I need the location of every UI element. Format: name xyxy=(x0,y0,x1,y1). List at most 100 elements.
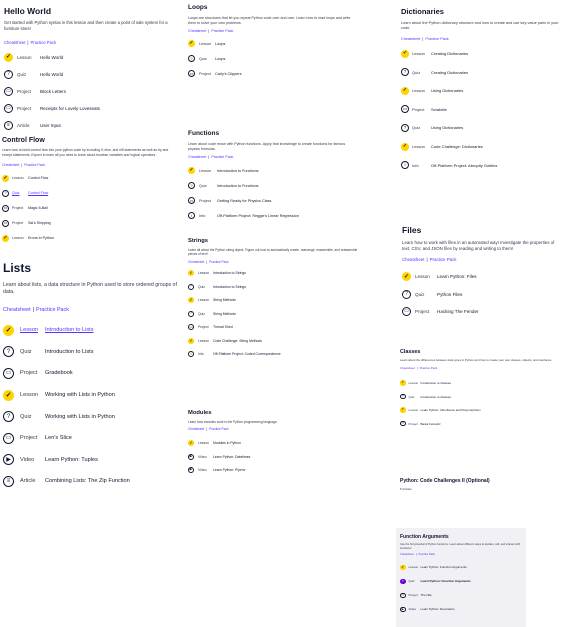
list-item[interactable]: ✓ Lesson Code Challenge: Dictionaries xyxy=(401,137,561,156)
list-item[interactable]: ✓ Lesson Code Challenge: String Methods xyxy=(188,334,358,348)
list-item[interactable]: ≡ Article Combining Lists: The Zip Functio… xyxy=(3,471,178,493)
list-item[interactable]: i Info Off-Platform Project: Abruptly Gobl… xyxy=(401,156,561,175)
practice-pack-link[interactable]: Practice Pack xyxy=(425,37,448,41)
list-item[interactable]: ✓ Lesson Introduction to Strings xyxy=(188,267,358,281)
cheatsheet-link[interactable]: Cheatsheet xyxy=(2,163,19,167)
cheatsheet-link[interactable]: Cheatsheet xyxy=(402,257,424,262)
project-icon: ▭ xyxy=(188,324,194,331)
cheatsheet-link[interactable]: Cheatsheet xyxy=(401,37,420,41)
list-item[interactable]: i Info Off-Platform Project: Coded Corresp… xyxy=(188,348,358,362)
list-item[interactable]: ▭ Project Block Letters xyxy=(4,83,174,100)
project-icon: ▭ xyxy=(401,105,409,114)
practice-pack-link[interactable]: Practice Pack xyxy=(209,427,229,431)
list-item[interactable]: ▭ Project The Nile xyxy=(400,588,526,602)
list-item[interactable]: ? Quiz Introduction to Classes xyxy=(400,390,560,404)
section-title: Dictionaries xyxy=(401,7,444,16)
list-item[interactable]: ✓ Lesson Control Flow xyxy=(2,171,178,186)
resource-links: Cheatsheet | Practice Pack xyxy=(401,37,449,42)
cheatsheet-link[interactable]: Cheatsheet xyxy=(188,155,206,159)
practice-pack-link[interactable]: Practice Pack xyxy=(24,163,45,167)
list-item[interactable]: ? Quiz Introduction to Functions xyxy=(188,178,358,193)
list-item[interactable]: ? Quiz Introduction to Strings xyxy=(188,280,358,294)
list-item[interactable]: ▭ Project Magic 8-Ball xyxy=(2,201,178,216)
list-item[interactable]: ✓ Lesson Learn Python: Files xyxy=(402,268,562,286)
list-item[interactable]: ? Quiz Creating Dictionaries xyxy=(401,63,561,82)
quiz-icon: ? xyxy=(401,68,409,77)
quiz-icon: ? xyxy=(3,411,14,423)
cheatsheet-link[interactable]: Cheatsheet xyxy=(188,29,206,33)
list-item[interactable]: ? Quiz Using Dictionaries xyxy=(401,119,561,138)
list-item[interactable]: ? Quiz Working with Lists in Python xyxy=(3,406,178,428)
list-item[interactable]: ▭ Project Getting Ready for Physics Class xyxy=(188,193,358,208)
check-icon: ✓ xyxy=(188,337,194,344)
cheatsheet-link[interactable]: Cheatsheet xyxy=(4,40,25,45)
list-item[interactable]: ✓ Lesson Learn Python: Inheritance and Pol… xyxy=(400,403,560,417)
list-item[interactable]: ▭ Project Scrabble xyxy=(401,100,561,119)
section-description: 5 Articles xyxy=(400,487,412,491)
list-item[interactable]: ✓ Lesson Errors in Python xyxy=(2,231,178,246)
list-item[interactable]: ▭ Project Receipts for Lovely Loveseats xyxy=(4,100,174,117)
list-item[interactable]: ▶ Video Learn Python: Tuples xyxy=(3,449,178,471)
list-item[interactable]: ✓ Lesson Working with Lists in Python xyxy=(3,384,178,406)
practice-pack-link[interactable]: Practice Pack xyxy=(418,553,434,556)
section-title: Hello World xyxy=(4,6,52,16)
section-title: Python: Code Challenges II (Optional) xyxy=(400,478,490,484)
list-item[interactable]: ▶ Video Learn Python: Pipenv xyxy=(188,463,358,477)
section-description: Learn how to build control flow into you… xyxy=(2,148,169,157)
practice-pack-link[interactable]: Practice Pack xyxy=(31,40,57,45)
list-item[interactable]: ? Quiz Python Files xyxy=(402,286,562,304)
check-icon: ✓ xyxy=(2,234,9,242)
practice-pack-link[interactable]: Practice Pack xyxy=(36,307,69,313)
list-item[interactable]: ? Quiz Learn Python: Function Arguments xyxy=(400,574,526,588)
resource-links: Cheatsheet | Practice Pack xyxy=(3,307,69,314)
practice-pack-link[interactable]: Practice Pack xyxy=(420,366,438,370)
list-item[interactable]: ✓ Lesson Learn Python: Function Arguments xyxy=(400,560,526,574)
list-item[interactable]: ▶ Video Learn Python: Decorators xyxy=(400,602,526,616)
list-item[interactable]: ✓ Lesson Introduction to Lists xyxy=(3,319,178,341)
list-item[interactable]: ▭ Project Sal's Shipping xyxy=(2,216,178,231)
quiz-icon: ? xyxy=(402,289,411,299)
cheatsheet-link[interactable]: Cheatsheet xyxy=(188,427,204,431)
list-item[interactable]: ✓ Lesson Loops xyxy=(188,36,358,51)
list-item[interactable]: ✓ Lesson Hello World xyxy=(4,49,174,66)
resource-links: Cheatsheet | Practice Pack xyxy=(188,427,229,432)
cheatsheet-link[interactable]: Cheatsheet xyxy=(400,553,414,556)
list-item[interactable]: ✓ Lesson Modules in Python xyxy=(188,436,358,450)
code-challenges-section[interactable]: Python: Code Challenges II (Optional) 5 … xyxy=(400,478,560,492)
quiz-icon: ? xyxy=(401,123,409,132)
list-item[interactable]: ? Quiz Loops xyxy=(188,51,358,66)
list-item[interactable]: ▭ Project Basta Fazoolin' xyxy=(400,417,560,431)
list-item[interactable]: i Info Off-Platform Project: Reggie's Line… xyxy=(188,208,358,223)
section-description: Learn about code reuse with Python funct… xyxy=(188,141,346,151)
list-item[interactable]: ▶ Video Learn Python: Datetimes xyxy=(188,450,358,464)
list-item[interactable]: ▭ Project Hacking The Fender xyxy=(402,303,562,321)
list-item[interactable]: ▭ Project Len's Slice xyxy=(3,427,178,449)
section-title: Classes xyxy=(400,349,421,355)
practice-pack-link[interactable]: Practice Pack xyxy=(211,155,233,159)
list-item[interactable]: ? Quiz Hello World xyxy=(4,66,174,83)
list-item[interactable]: ? Quiz String Methods xyxy=(188,307,358,321)
cheatsheet-link[interactable]: Cheatsheet xyxy=(188,260,204,264)
project-icon: ▭ xyxy=(188,70,195,78)
list-item[interactable]: ✓ Lesson Using Dictionaries xyxy=(401,81,561,100)
project-icon: ▭ xyxy=(400,420,406,427)
check-icon: ✓ xyxy=(401,49,409,58)
cheatsheet-link[interactable]: Cheatsheet xyxy=(3,307,31,313)
list-item[interactable]: ? Quiz Control Flow xyxy=(2,186,178,201)
list-item[interactable]: ▭ Project Gradebook xyxy=(3,363,178,385)
list-item[interactable]: ▭ Project Carly's Clippers xyxy=(188,66,358,81)
project-icon: ▭ xyxy=(3,432,14,444)
video-icon: ▶ xyxy=(188,453,194,460)
check-icon: ✓ xyxy=(401,142,409,151)
list-item[interactable]: ✓ Lesson Creating Dictionaries xyxy=(401,44,561,63)
practice-pack-link[interactable]: Practice Pack xyxy=(430,257,457,262)
list-item[interactable]: ✓ Lesson Introduction to Classes xyxy=(400,376,560,390)
practice-pack-link[interactable]: Practice Pack xyxy=(209,260,229,264)
cheatsheet-link[interactable]: Cheatsheet xyxy=(400,366,415,370)
list-item[interactable]: ▭ Project Thread Shed xyxy=(188,321,358,335)
practice-pack-link[interactable]: Practice Pack xyxy=(211,29,233,33)
list-item[interactable]: ✓ Lesson String Methods xyxy=(188,294,358,308)
list-item[interactable]: ≡ Article User Input xyxy=(4,117,174,134)
list-item[interactable]: ✓ Lesson Introduction to Functions xyxy=(188,163,358,178)
list-item[interactable]: ? Quiz Introduction to Lists xyxy=(3,341,178,363)
